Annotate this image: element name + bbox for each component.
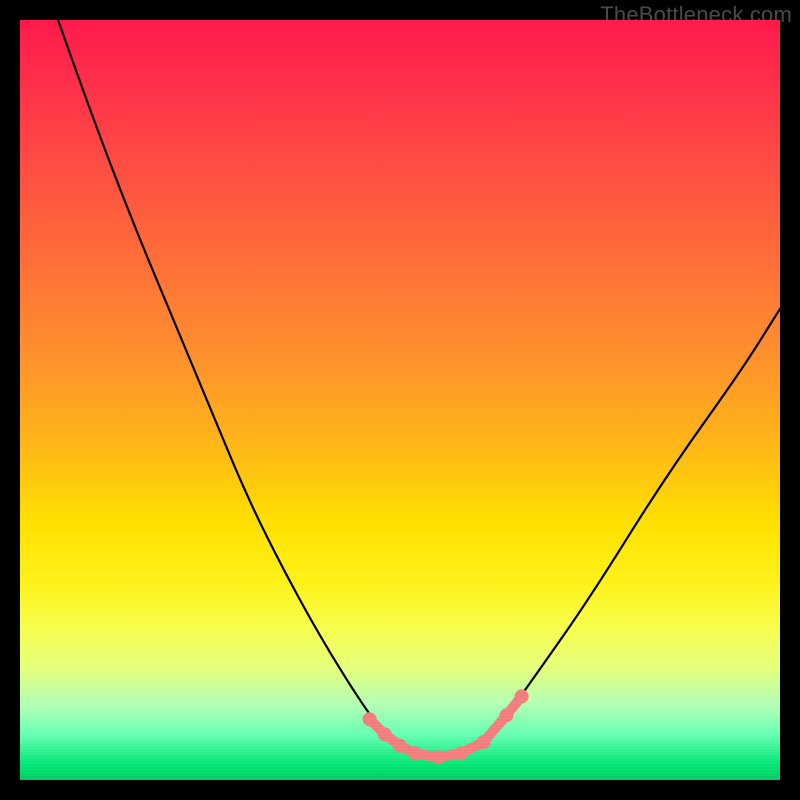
marker-dot xyxy=(515,689,529,703)
marker-dot xyxy=(378,727,392,741)
marker-dot xyxy=(363,712,377,726)
marker-dot xyxy=(431,750,445,764)
chart-frame: TheBottleneck.com xyxy=(0,0,800,800)
bottleneck-range-markers xyxy=(363,689,529,764)
marker-dot xyxy=(499,708,513,722)
marker-connector xyxy=(370,696,522,757)
marker-dot xyxy=(477,735,491,749)
marker-dot xyxy=(393,739,407,753)
curve-layer xyxy=(20,20,780,780)
bottleneck-curve xyxy=(58,20,780,757)
plot-area xyxy=(20,20,780,780)
marker-dot xyxy=(408,746,422,760)
marker-dot xyxy=(454,746,468,760)
